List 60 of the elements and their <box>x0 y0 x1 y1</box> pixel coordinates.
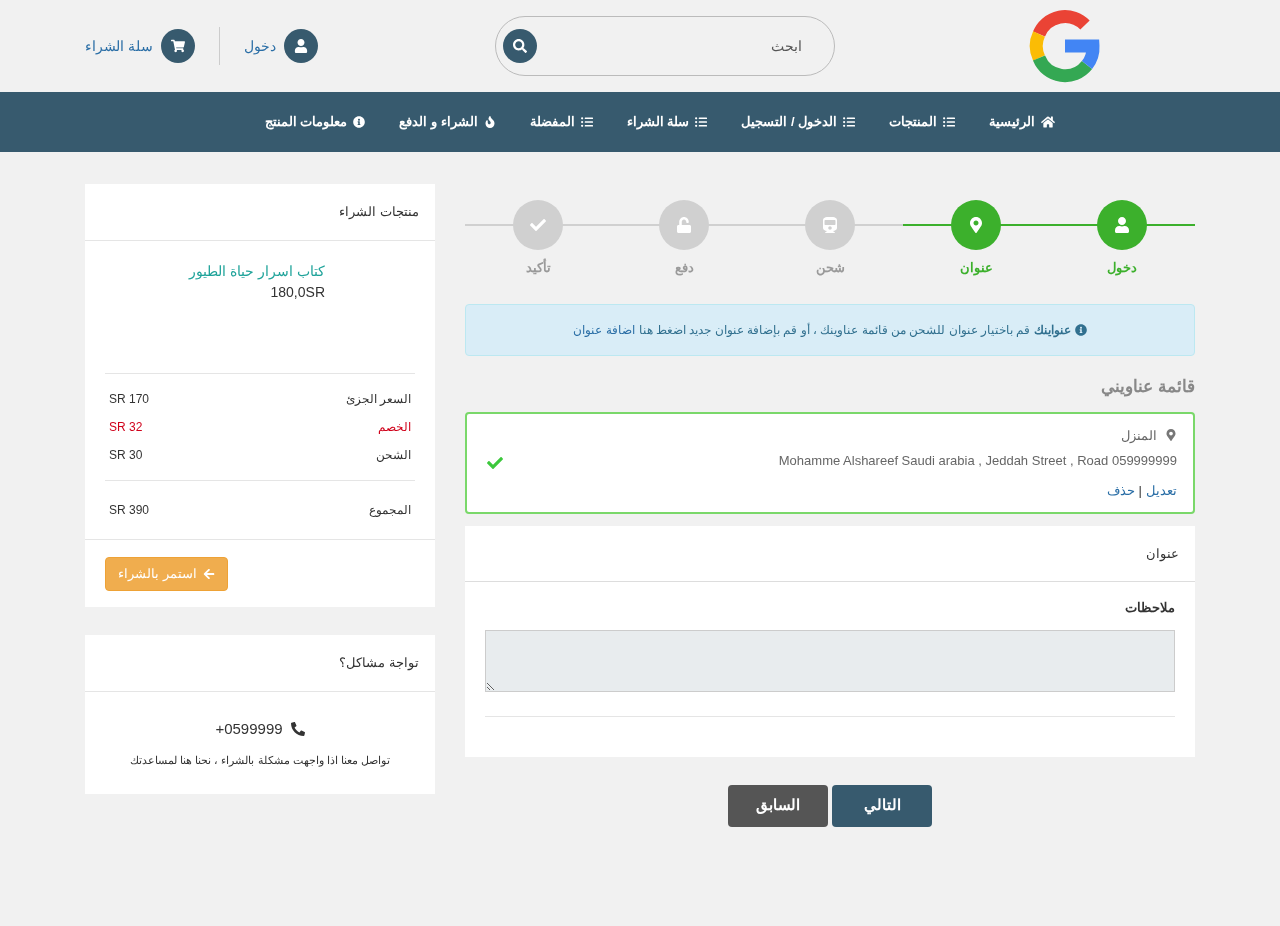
list-icon <box>580 116 593 128</box>
user-icon <box>1114 217 1130 233</box>
panel-title: عنوان <box>1146 544 1179 564</box>
step-label: دفع <box>674 259 694 278</box>
card-title: منتجات الشراء <box>339 203 419 222</box>
nav-link[interactable]: معلومات المنتج <box>264 112 366 132</box>
separator: | <box>1138 481 1142 500</box>
info-icon <box>1074 324 1087 336</box>
list-icon <box>943 116 956 128</box>
summary-label: الشحن <box>376 447 411 464</box>
home-icon <box>1041 115 1056 129</box>
map-pin-icon <box>1165 429 1177 442</box>
notes-field[interactable] <box>485 629 1175 692</box>
add-address-link[interactable]: اضافة عنوان <box>573 321 635 339</box>
summary-label: الخصم <box>378 419 411 436</box>
search-field[interactable]: ابحث <box>495 16 836 76</box>
check-icon <box>530 217 546 233</box>
nav-link[interactable]: الدخول / التسجيل <box>741 112 856 132</box>
summary-value: SR 30 <box>109 447 143 464</box>
unlocked-padlock-icon <box>676 217 692 233</box>
info-icon <box>353 116 366 128</box>
previous-button[interactable]: السابق <box>728 784 828 827</box>
summary-value: SR 170 <box>109 391 150 408</box>
list-icon <box>843 116 856 128</box>
train-icon <box>822 217 838 233</box>
map-pin-icon <box>968 217 984 233</box>
phone-icon <box>290 721 305 736</box>
alert-text: عنواينك قم باختيار عنوان للشحن من قائمة عناوينك ، أو قم بإضافة عنوان جديد اضغط هنا <box>638 322 1071 339</box>
cart-link[interactable]: سلة الشراء <box>85 29 195 63</box>
step-label: دخول <box>1107 259 1137 278</box>
address-line: Mohamme Alshareef Saudi arabia , Jeddah Street , Road 059999999 <box>778 452 1177 470</box>
delete-link[interactable]: حذف <box>1106 480 1135 500</box>
section-title: قائمة عناويني <box>1100 376 1195 399</box>
step-label: تأكيد <box>525 258 551 277</box>
arrow-left-icon <box>202 567 215 580</box>
search-button[interactable] <box>503 29 538 63</box>
phone-number: 0599999+ <box>215 718 283 739</box>
edit-link[interactable]: تعديل <box>1146 480 1177 500</box>
list-icon <box>695 116 708 128</box>
step-label: شحن <box>815 259 845 278</box>
nav-link[interactable]: المفضلة <box>529 112 593 132</box>
nav-link[interactable]: سلة الشراء <box>626 112 708 132</box>
flame-icon <box>483 116 496 128</box>
nav-link[interactable]: الرئيسية <box>989 112 1056 132</box>
login-link[interactable]: دخول <box>243 29 318 63</box>
next-button[interactable]: التالي <box>832 784 932 827</box>
summary-value: SR 390 <box>109 502 150 519</box>
field-label: ملاحظات <box>1124 599 1175 617</box>
summary-label: السعر الجزئ <box>345 391 411 408</box>
check-icon <box>487 454 503 471</box>
summary-value: SR 32 <box>109 419 143 436</box>
summary-label: المجموع <box>369 502 411 519</box>
nav-link[interactable]: المنتجات <box>889 112 956 132</box>
help-text: تواصل معنا اذا واجهت مشكلة بالشراء ، نحنا هنا لمساعدتك <box>130 753 390 769</box>
card-title: تواجة مشاكل؟ <box>339 654 419 673</box>
search-icon <box>513 39 528 53</box>
nav-link[interactable]: الشراء و الدفع <box>399 112 496 132</box>
address-name: المنزل <box>1121 426 1157 445</box>
product-price: 180,0SR <box>270 283 325 302</box>
step-label: عنوان <box>959 259 993 278</box>
